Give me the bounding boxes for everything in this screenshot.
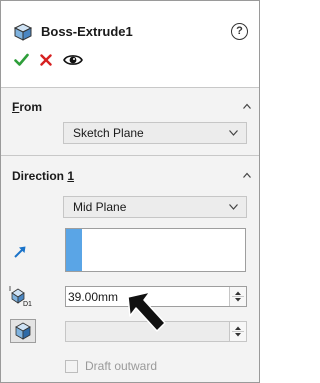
start-condition-value: Sketch Plane <box>73 126 144 140</box>
section-divider <box>1 87 259 88</box>
end-condition-dropdown[interactable]: Mid Plane <box>63 196 247 218</box>
draft-angle-spinner <box>229 322 246 341</box>
spinner-arrows-icon <box>232 326 244 337</box>
cancel-x-icon[interactable] <box>40 54 52 66</box>
preview-eye-icon[interactable] <box>63 53 83 67</box>
draft-icon <box>15 322 31 340</box>
direction-title-number: 1 <box>67 169 75 183</box>
start-condition-dropdown[interactable]: Sketch Plane <box>63 122 247 144</box>
direction-selection-box[interactable] <box>65 228 246 272</box>
depth-spinner[interactable] <box>229 287 246 306</box>
direction1-section-title[interactable]: Direction 1 <box>12 169 74 183</box>
from-title-rest: rom <box>19 100 43 114</box>
pointer-arrow-icon <box>127 291 166 332</box>
chevron-down-icon <box>229 204 238 210</box>
property-manager-panel: Boss-Extrude1 ? From Sketch Plane Direct… <box>0 0 260 383</box>
svg-text:D1: D1 <box>23 301 32 307</box>
end-condition-value: Mid Plane <box>73 200 127 214</box>
draft-outward-checkbox <box>65 360 78 373</box>
from-section-title[interactable]: From <box>12 100 42 114</box>
reverse-direction-arrow-icon[interactable] <box>13 245 27 259</box>
draft-toggle-button[interactable] <box>10 319 36 343</box>
direction-title-text: Direction <box>12 169 68 183</box>
help-icon[interactable]: ? <box>231 23 248 40</box>
selection-focus-bar <box>66 229 82 271</box>
depth-value: 39.00mm <box>68 290 119 304</box>
feature-title: Boss-Extrude1 <box>41 24 133 39</box>
extrude-icon <box>13 23 33 41</box>
chevron-down-icon <box>229 130 238 136</box>
spinner-arrows-icon <box>232 291 244 302</box>
collapse-chevron-up-icon[interactable] <box>243 172 251 178</box>
ok-checkmark-icon[interactable] <box>14 53 29 67</box>
property-manager-header: Boss-Extrude1 ? <box>1 1 259 87</box>
section-divider <box>1 155 259 156</box>
depth-d1-icon: D1 <box>9 286 32 307</box>
draft-outward-label: Draft outward <box>85 359 158 373</box>
collapse-chevron-up-icon[interactable] <box>243 103 251 109</box>
